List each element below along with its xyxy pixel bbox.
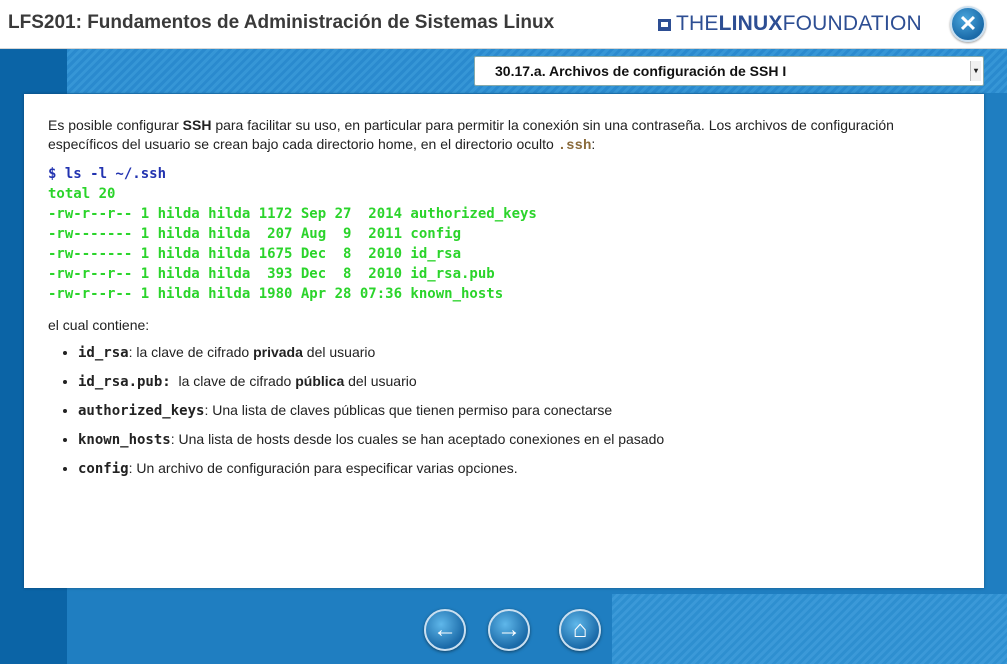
terminal-output: $ ls -l ~/.ssh total 20 -rw-r--r-- 1 hil… <box>48 164 958 304</box>
file-term: id_rsa <box>78 345 129 361</box>
terminal-line: -rw------- 1 hilda hilda 1675 Dec 8 2010… <box>48 246 462 262</box>
list-item: known_hosts: Una lista de hosts desde lo… <box>78 430 958 450</box>
brand-the: THE <box>676 12 719 35</box>
file-term: id_rsa.pub: <box>78 374 171 390</box>
file-desc: : la clave de cifrado <box>128 344 254 360</box>
file-desc-end: del usuario <box>302 344 376 360</box>
terminal-line: -rw-r--r-- 1 hilda hilda 393 Dec 8 2010 … <box>48 266 495 282</box>
course-stage: 30.17.a. Archivos de configuración de SS… <box>0 49 1007 664</box>
home-icon[interactable]: ⌂ <box>559 609 601 651</box>
file-term: authorized_keys <box>78 403 205 419</box>
file-desc: : Una lista de claves públicas que tiene… <box>204 402 613 418</box>
list-item: id_rsa.pub: la clave de cifrado pública … <box>78 372 958 392</box>
close-icon[interactable]: ✕ <box>950 6 986 42</box>
terminal-line: total 20 <box>48 186 116 202</box>
content-panel: Es posible configurar SSH para facilitar… <box>24 94 984 588</box>
file-list: id_rsa: la clave de cifrado privada del … <box>48 343 958 479</box>
brand-linux: LINUX <box>718 12 783 35</box>
list-item: config: Un archivo de configuración para… <box>78 459 958 479</box>
file-desc: : Un archivo de configuración para espec… <box>128 460 518 476</box>
terminal-line: -rw------- 1 hilda hilda 207 Aug 9 2011 … <box>48 226 462 242</box>
terminal-prompt: $ ls -l ~/.ssh <box>48 166 167 182</box>
list-item: authorized_keys: Una lista de claves púb… <box>78 401 958 421</box>
content-body: Es posible configurar SSH para facilitar… <box>48 116 958 488</box>
section-dropdown[interactable]: 30.17.a. Archivos de configuración de SS… <box>474 56 984 86</box>
file-desc-bold: pública <box>295 373 345 389</box>
section-dropdown-value: 30.17.a. Archivos de configuración de SS… <box>495 63 787 79</box>
forward-arrow-icon[interactable]: → <box>488 609 530 651</box>
linux-foundation-logo: THE LINUX FOUNDATION <box>658 10 922 38</box>
stage-bottom-right-band <box>612 594 1007 664</box>
intro-text-1: Es posible configurar <box>48 117 183 133</box>
header-bar: LFS201: Fundamentos de Administración de… <box>0 0 1007 49</box>
back-arrow-icon[interactable]: ← <box>424 609 466 651</box>
dropdown-arrow-icon[interactable]: ▾ <box>970 61 981 81</box>
file-desc: : Una lista de hosts desde los cuales se… <box>170 431 665 447</box>
brand-mark-icon <box>658 18 671 31</box>
file-term: config <box>78 461 129 477</box>
contains-label: el cual contiene: <box>48 317 150 333</box>
file-desc-bold: privada <box>253 344 303 360</box>
intro-text-3: : <box>591 136 596 152</box>
terminal-line: -rw-r--r-- 1 hilda hilda 1980 Apr 28 07:… <box>48 286 504 302</box>
intro-ssh: SSH <box>182 117 212 133</box>
file-term: known_hosts <box>78 432 171 448</box>
list-item: id_rsa: la clave de cifrado privada del … <box>78 343 958 363</box>
intro-paragraph: Es posible configurar SSH para facilitar… <box>48 116 958 156</box>
course-title: LFS201: Fundamentos de Administración de… <box>8 12 555 33</box>
brand-foundation: FOUNDATION <box>782 12 922 35</box>
file-desc-end: del usuario <box>344 373 417 389</box>
terminal-line: -rw-r--r-- 1 hilda hilda 1172 Sep 27 201… <box>48 206 537 222</box>
file-desc: la clave de cifrado <box>170 373 296 389</box>
bottom-navigation: ← → ⌂ <box>67 594 612 664</box>
intro-ssh-dir: .ssh <box>557 138 592 154</box>
